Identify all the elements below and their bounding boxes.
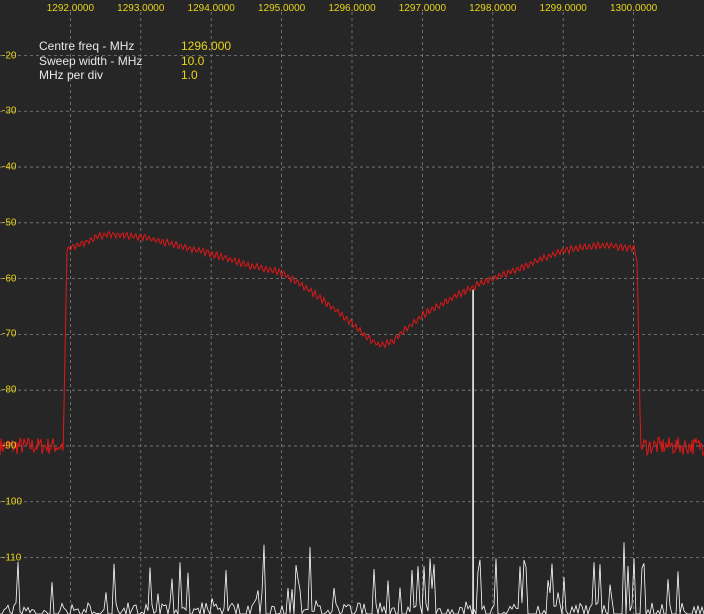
- frequency-tick-label: 1294.0000: [187, 3, 235, 14]
- frequency-tick-label: 1292.0000: [46, 3, 95, 14]
- mhz-per-div-value: 1.0: [181, 68, 198, 82]
- spectrum-plot[interactable]: [0, 0, 704, 614]
- frequency-tick-label: 1300.0000: [609, 3, 658, 14]
- level-tick-label: -90: [2, 440, 17, 452]
- frequency-tick-label: 1298.0000: [469, 3, 517, 14]
- centre-freq-value: 1296.000: [181, 39, 232, 53]
- sweep-width-row: Sweep width - MHz 10.0: [39, 54, 231, 69]
- frequency-tick-label: 1296.0000: [328, 3, 376, 14]
- level-tick-label: -100: [2, 496, 23, 508]
- level-tick-label: -30: [2, 105, 17, 117]
- sweep-width-label: Sweep width - MHz: [39, 53, 143, 68]
- level-tick-label: -40: [2, 161, 17, 173]
- level-tick-label: -60: [2, 273, 17, 285]
- info-panel: Centre freq - MHz 1296.000 Sweep width -…: [39, 39, 231, 83]
- level-tick-label: -20: [2, 50, 17, 61]
- frequency-tick-label: 1299.0000: [539, 3, 587, 14]
- graticule: [0, 12, 704, 614]
- centre-freq-row: Centre freq - MHz 1296.000: [39, 39, 231, 54]
- frequency-tick-label: 1293.0000: [117, 3, 165, 14]
- mhz-per-div-label: MHz per div: [39, 68, 104, 82]
- level-tick-label: -50: [2, 217, 17, 229]
- sweep-width-value: 10.0: [181, 53, 205, 68]
- spectrum-analyzer-display[interactable]: 1292.0000 1293.0000 1294.0000 1295.0000 1296…: [0, 0, 704, 614]
- level-tick-label: -110: [2, 552, 22, 563]
- mhz-per-div-row: MHz per div 1.0: [39, 68, 231, 83]
- centre-freq-label: Centre freq - MHz: [39, 39, 135, 53]
- frequency-tick-label: 1297.0000: [398, 3, 447, 14]
- level-tick-label: -80: [2, 384, 17, 396]
- level-tick-label: -70: [2, 328, 17, 340]
- frequency-tick-label: 1295.0000: [257, 3, 306, 14]
